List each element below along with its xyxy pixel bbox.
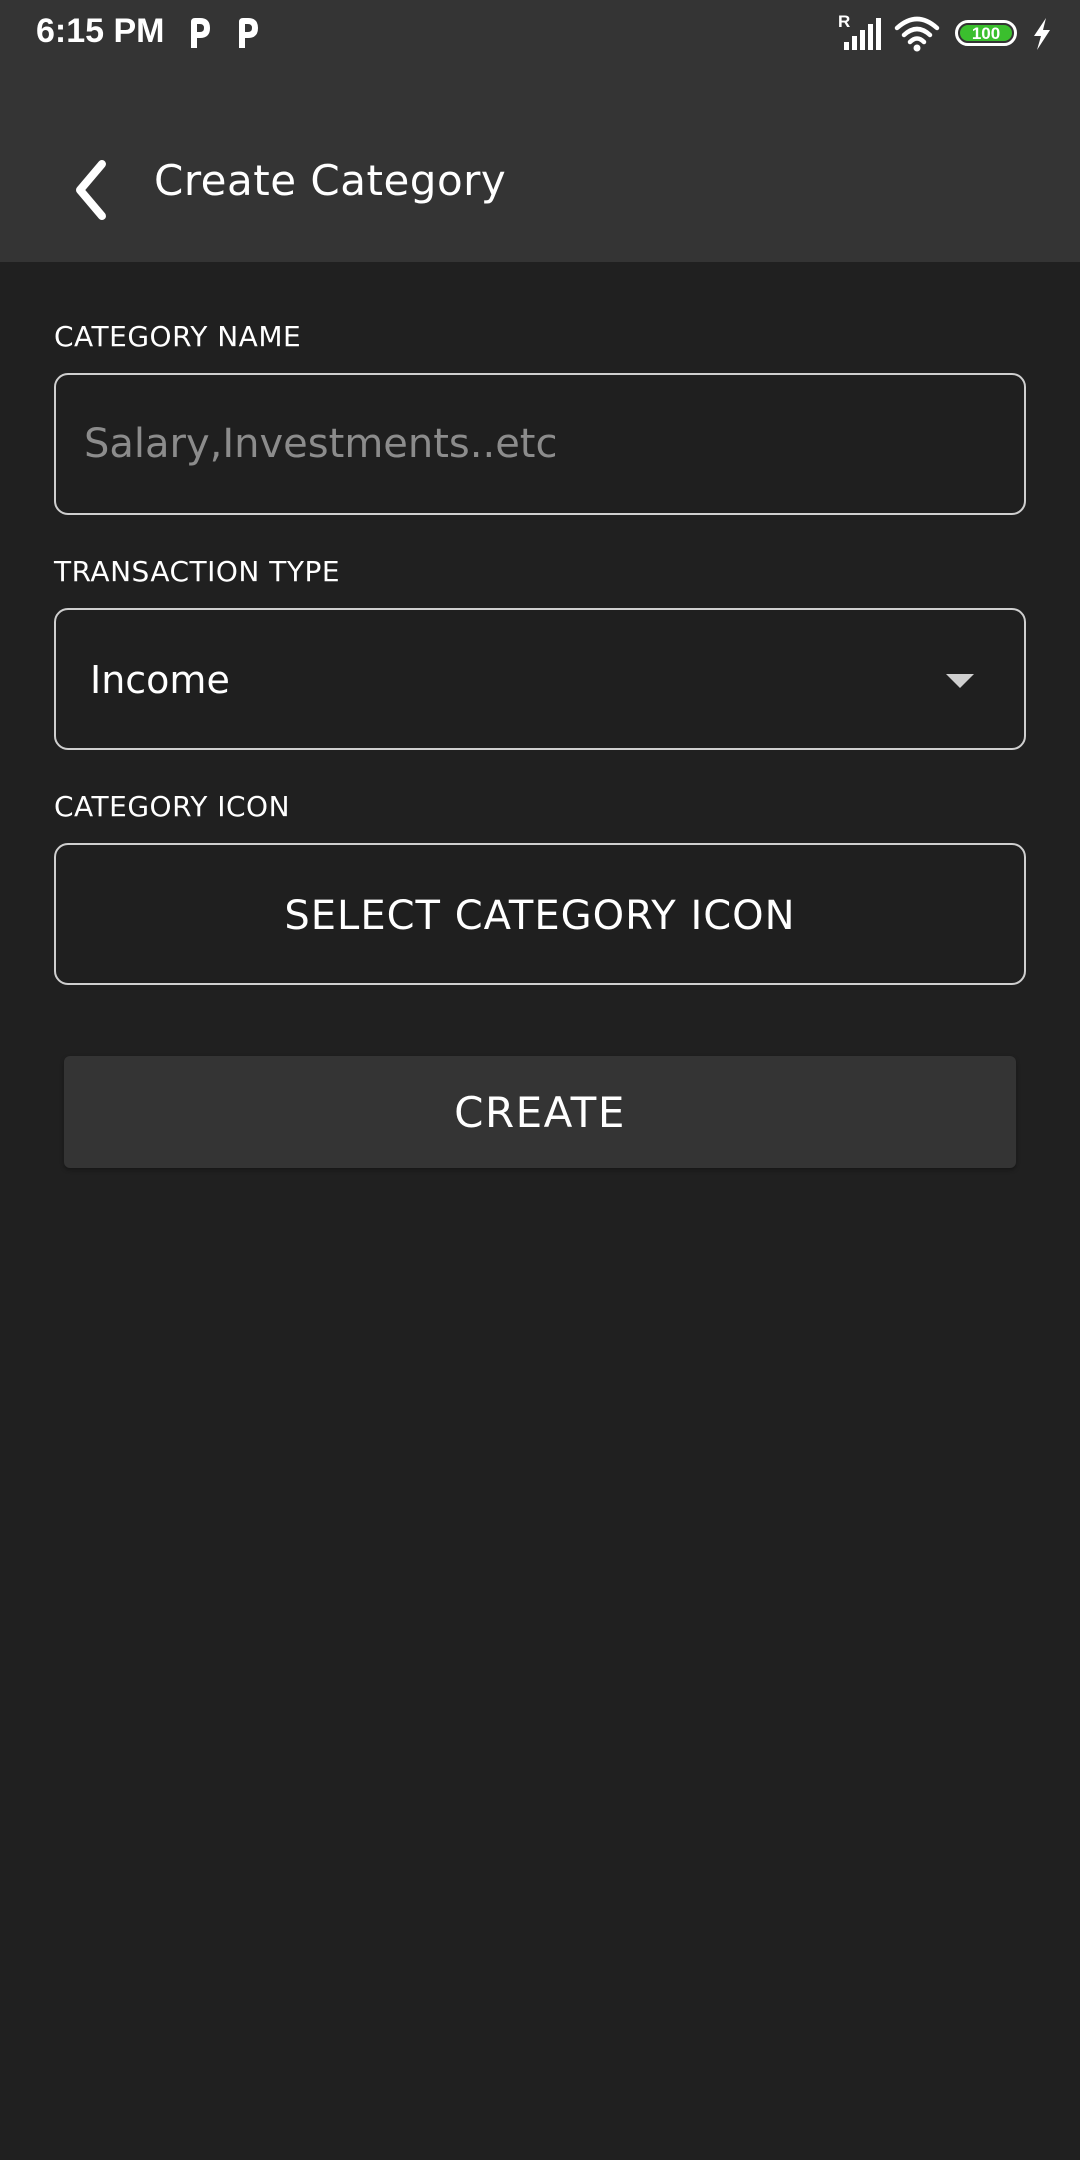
status-time: 6:15 PM (36, 12, 165, 50)
p-icon (239, 18, 258, 48)
status-bar: 6:15 PM R 100 (0, 0, 1080, 66)
signal-indicator: R (838, 12, 851, 31)
transaction-type-value: Income (90, 658, 230, 702)
category-name-label: CATEGORY NAME (54, 320, 302, 353)
battery-level: 100 (960, 25, 1012, 42)
create-button-label: CREATE (454, 1087, 626, 1137)
transaction-type-select[interactable]: Income (54, 608, 1026, 750)
charging-icon (1034, 18, 1050, 50)
transaction-type-label: TRANSACTION TYPE (54, 555, 341, 588)
category-name-field (54, 373, 1026, 515)
category-name-input[interactable] (56, 375, 1024, 513)
page-title: Create Category (154, 156, 507, 205)
dropdown-arrow-icon (946, 674, 974, 688)
wifi-icon (894, 16, 940, 52)
chevron-left-icon (76, 160, 106, 220)
p-icon (191, 18, 210, 48)
back-button[interactable] (52, 150, 128, 230)
create-button[interactable]: CREATE (64, 1056, 1016, 1168)
category-icon-label: CATEGORY ICON (54, 790, 291, 823)
battery-icon: 100 (955, 20, 1017, 46)
select-category-icon-label: SELECT CATEGORY ICON (284, 893, 796, 939)
select-category-icon-button[interactable]: SELECT CATEGORY ICON (54, 843, 1026, 985)
